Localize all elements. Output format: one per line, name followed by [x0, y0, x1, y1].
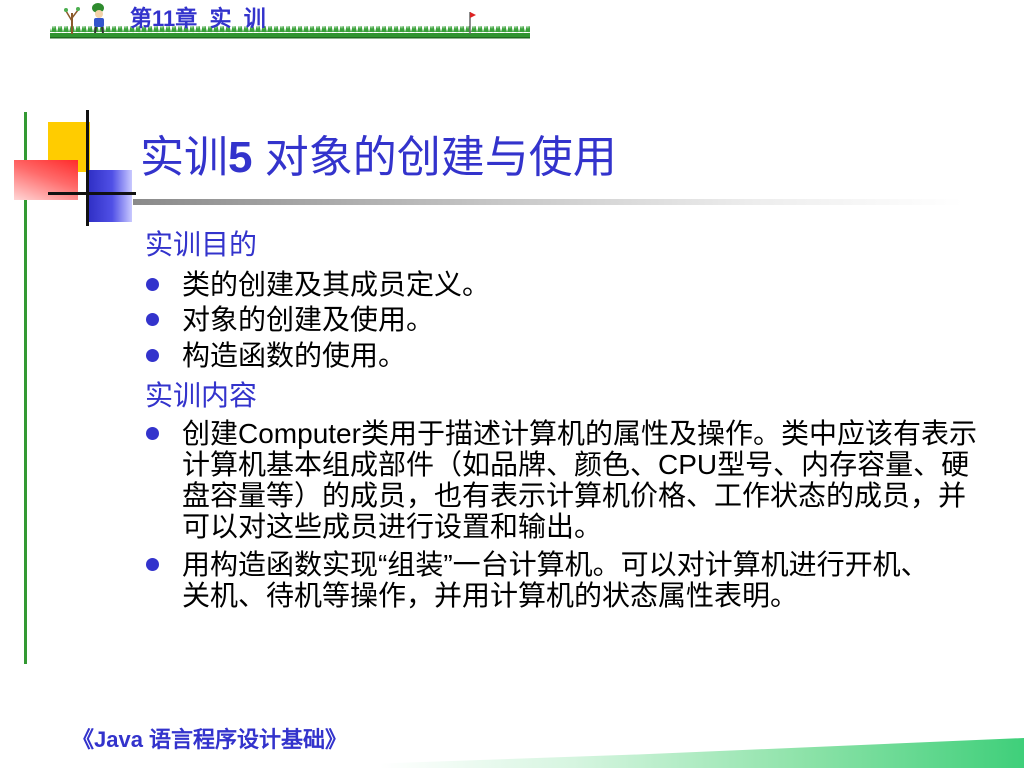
list-item: 对象的创建及使用。: [182, 304, 434, 335]
list-item-line: 盘容量等）的成员，也有表示计算机价格、工作状态的成员，并: [182, 480, 967, 511]
list-item: 类的创建及其成员定义。: [182, 269, 490, 300]
filled-circle-bullet-icon: [146, 278, 159, 291]
title-underline: [133, 199, 963, 205]
list-item-line: 构造函数的使用。: [182, 340, 407, 371]
list-item-line: 类的创建及其成员定义。: [182, 269, 491, 300]
section-heading-objectives: 实训目的: [145, 229, 258, 260]
grass-strip: [50, 26, 530, 39]
list-item-line: 计算机基本组成部件（如品牌、颜色、CPU型号、内存容量、硬: [182, 449, 970, 480]
list-item: 用构造函数实现“组装”一台计算机。可以对计算机进行开机、 关机、待机等操作，并用…: [182, 549, 929, 611]
footer-gradient-band: [380, 738, 1024, 768]
decor-vertical-line: [86, 110, 89, 226]
list-item: 构造函数的使用。: [182, 340, 406, 371]
filled-circle-bullet-icon: [146, 558, 159, 571]
chapter-heading: 第11章 实 训: [130, 6, 266, 31]
decor-horizontal-line: [48, 192, 136, 195]
list-item-line: 关机、待机等操作，并用计算机的状态属性表明。: [182, 580, 799, 611]
section-heading-content: 实训内容: [145, 380, 258, 411]
header-decoration: [50, 3, 530, 39]
title-suffix: 对象的创建与使用: [252, 133, 617, 182]
title-number: 5: [228, 133, 253, 182]
list-item-line: 用构造函数实现“组装”一台计算机。可以对计算机进行开机、: [182, 549, 929, 580]
footer-book-title: 《Java 语言程序设计基础》: [72, 727, 348, 752]
title-prefix: 实训: [140, 133, 228, 182]
filled-circle-bullet-icon: [146, 349, 159, 362]
decor-blue-square: [88, 170, 132, 222]
list-item-line: 创建Computer类用于描述计算机的属性及操作。类中应该有表示: [182, 418, 977, 449]
filled-circle-bullet-icon: [146, 427, 159, 440]
filled-circle-bullet-icon: [146, 313, 159, 326]
slide-title: 实训5 对象的创建与使用: [140, 132, 617, 184]
list-item-line: 可以对这些成员进行设置和输出。: [182, 511, 603, 542]
list-item: 创建Computer类用于描述计算机的属性及操作。类中应该有表示 计算机基本组成…: [182, 418, 977, 542]
list-item-line: 对象的创建及使用。: [182, 304, 435, 335]
